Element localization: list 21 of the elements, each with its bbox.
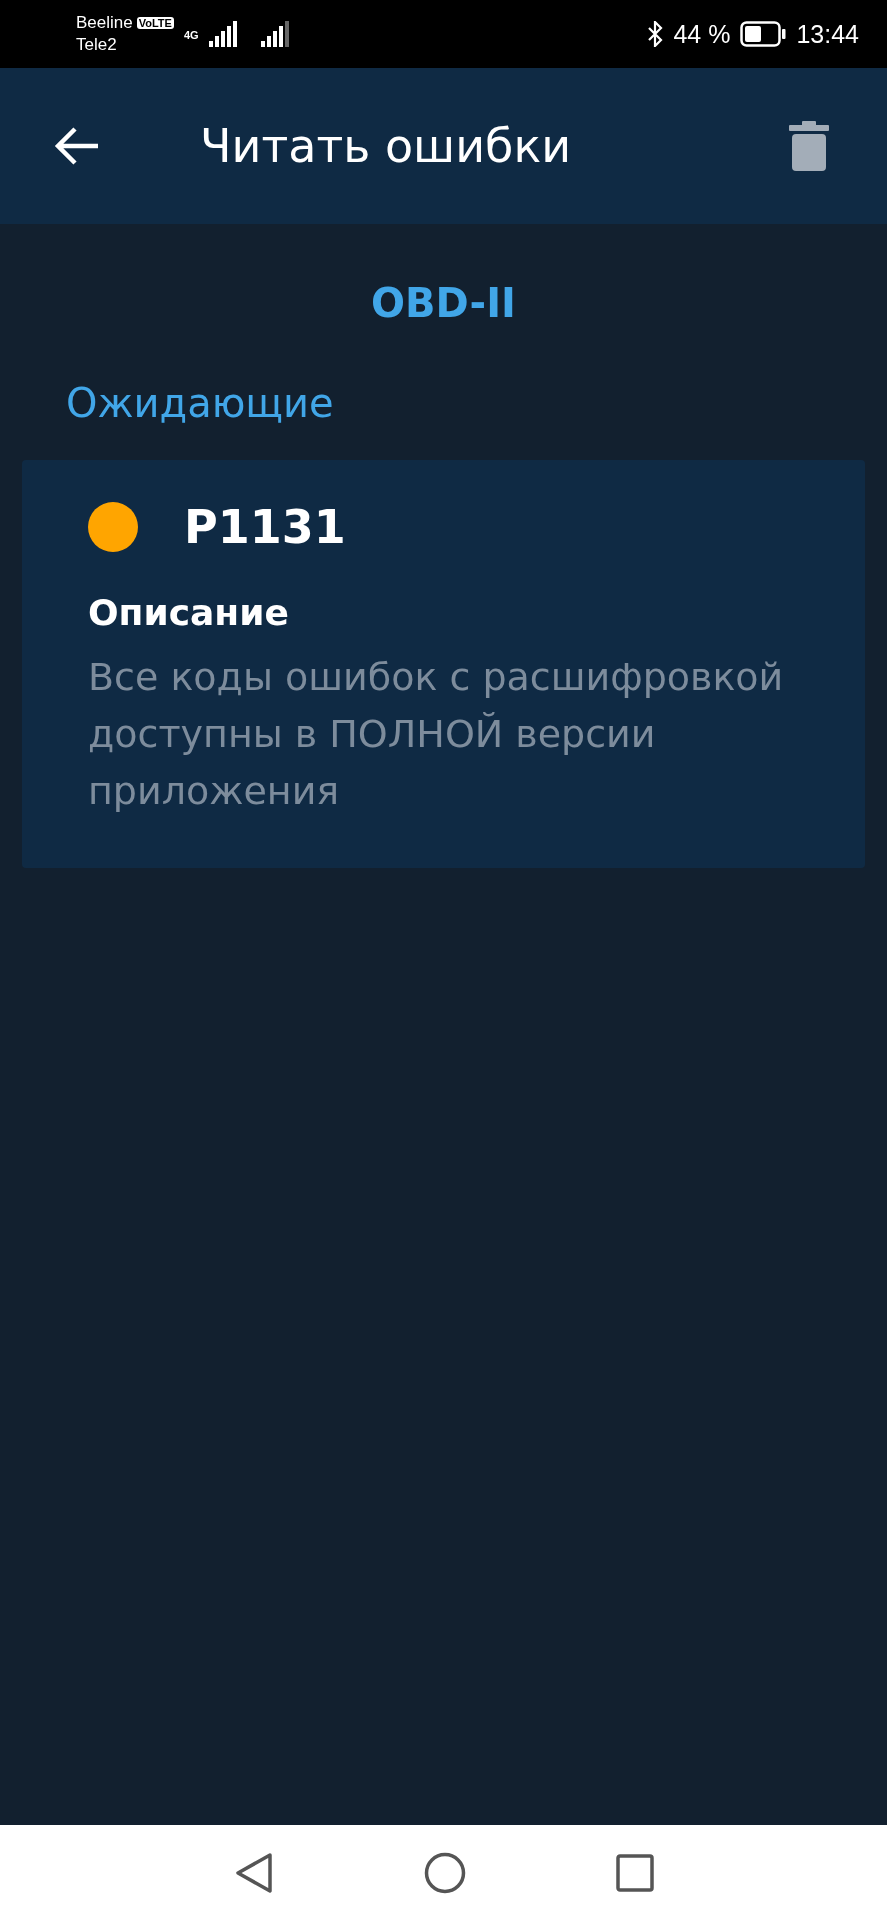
volte-badge: VoLTE <box>136 17 174 29</box>
clock: 13:44 <box>796 19 859 49</box>
protocol-title: OBD-II <box>370 280 517 326</box>
battery-icon <box>740 21 787 47</box>
home-icon[interactable] <box>423 1851 466 1894</box>
back-arrow-icon[interactable] <box>54 126 100 166</box>
carrier-name: Beeline <box>76 13 133 33</box>
bluetooth-icon <box>647 21 664 47</box>
section-heading: Ожидающие <box>66 380 335 426</box>
trash-icon[interactable] <box>789 121 829 171</box>
description-text: Все коды ошибок с расшифровкой доступны в ПОЛНОЙ версии приложения <box>88 654 785 815</box>
signal-icon <box>260 21 289 47</box>
network-type: 4G <box>183 29 199 41</box>
back-icon[interactable] <box>233 1851 274 1894</box>
carrier-name: Tele2 <box>76 35 118 55</box>
description-heading: Описание <box>88 592 290 633</box>
error-code: P1131 <box>184 500 346 554</box>
screen-title: Читать ошибки <box>200 119 573 173</box>
signal-icon <box>208 21 237 47</box>
recents-icon[interactable] <box>615 1853 654 1892</box>
battery-percent: 44 % <box>673 19 731 49</box>
